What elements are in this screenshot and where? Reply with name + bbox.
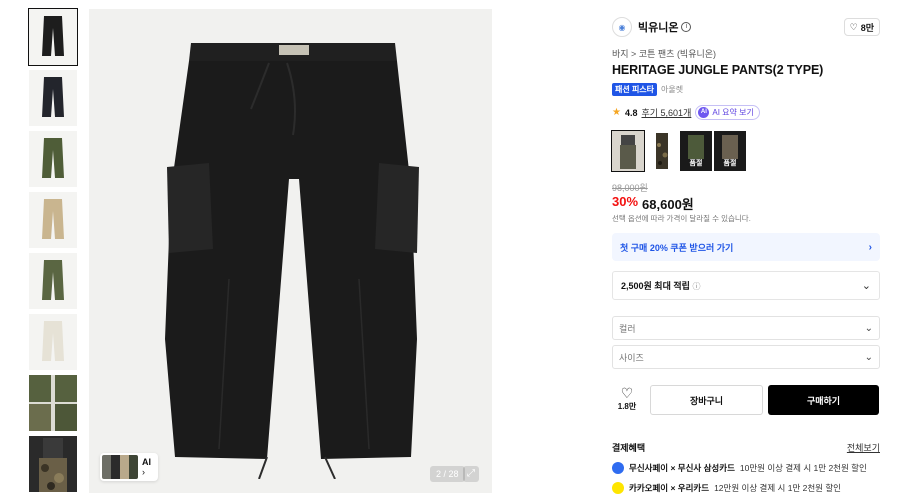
kakao-pay-icon [612,482,624,494]
discount-rate: 30% [612,194,639,209]
thumb-black[interactable] [28,8,78,66]
outlet-badge: 아울렛 [661,85,684,94]
color-select[interactable]: 컬러 ⌄ [612,316,880,340]
ai-chip-label: AI › [142,457,151,477]
wishlist-button[interactable]: ♡ 1.8만 [612,385,642,412]
soldout-tag: 품절 [689,160,703,167]
breadcrumb[interactable]: 바지 > 코튼 팬츠 (빅유니온) [612,47,716,60]
model-thumb-image [29,375,77,431]
coupon-banner[interactable]: 첫 구매 20% 쿠폰 받으러 가기 › [612,233,880,261]
thumb-ivory[interactable] [29,314,77,370]
model-thumb-image [39,438,67,492]
reviews-link[interactable]: 후기 5,601개 [641,106,691,119]
size-select-placeholder: 사이즈 [619,352,644,363]
product-info-panel: ◉ 빅유니온 i ♡ 8만 바지 > 코튼 팬츠 (빅유니온) HERITAGE… [602,9,890,502]
sale-price: 68,600원 [642,197,694,212]
rating-row: ★ 4.8 후기 5,601개 AI AI 요약 보기 [612,105,760,120]
benefits-more-link[interactable]: 전체보기 [847,441,880,454]
benefit-item[interactable]: 무신사페이 × 무신사 삼성카드 10만원 이상 결제 시 1만 2천원 할인 [612,462,867,474]
product-title: HERITAGE JUNGLE PANTS(2 TYPE) [612,63,824,77]
points-dropdown[interactable]: 2,500원 최대 적립 ⓘ ⌄ [612,271,880,300]
thumb-olive[interactable] [29,131,77,187]
ai-chip-thumbnails [102,455,138,479]
badge-row: 패션 피스타 아울렛 [612,83,683,96]
chevron-right-icon: › [868,241,872,253]
payment-benefits-header: 결제혜택 전체보기 [612,441,880,454]
add-to-cart-button[interactable]: 장바구니 [650,385,763,415]
swatch-image [656,133,668,169]
pants-thumb-icon [42,16,64,56]
benefit-card-name: 카카오페이 × 우리카드 [629,483,710,493]
chevron-down-icon: ⌄ [864,351,873,363]
benefit-text: 12만원 이상 결제 시 1만 2천원 할인 [714,483,841,493]
thumb-model-olive[interactable] [29,375,77,431]
info-icon[interactable]: i [681,22,692,32]
points-label: 2,500원 최대 적립 [621,281,690,291]
brand-name[interactable]: 빅유니온 [638,19,678,35]
points-label-wrap: 2,500원 최대 적립 ⓘ [621,279,700,292]
thumb-model-camo[interactable] [29,436,77,492]
swatch-3[interactable]: 품절 [680,131,712,171]
soldout-tag: 품절 [723,160,737,167]
chevron-down-icon: ⌄ [861,280,871,292]
heart-icon: ♡ [849,21,858,32]
coupon-label: 첫 구매 20% 쿠폰 받으러 가기 [620,242,734,253]
pants-thumb-icon [42,77,64,117]
buy-now-button[interactable]: 구매하기 [768,385,879,415]
thumbnail-list [28,8,79,497]
expand-icon[interactable]: ⤢ [463,466,479,482]
brand-row[interactable]: ◉ 빅유니온 i [612,17,692,37]
thumb-khaki[interactable] [29,253,77,309]
size-select[interactable]: 사이즈 ⌄ [612,345,880,369]
color-select-placeholder: 컬러 [619,323,636,334]
thumb-navy[interactable] [29,70,77,126]
swatch-image [620,135,636,169]
benefit-text: 10만원 이상 결제 시 1만 2천원 할인 [739,463,867,473]
ai-summary-button[interactable]: AI AI 요약 보기 [695,105,760,120]
image-counter: 2 / 28 [430,466,465,482]
chevron-down-icon: ⌄ [864,322,873,334]
wishlist-count: 1.8만 [617,402,637,411]
swatch-1[interactable] [611,130,645,172]
ai-style-chip[interactable]: AI › [100,453,158,481]
benefit-item[interactable]: 카카오페이 × 우리카드 12만원 이상 결제 시 1만 2천원 할인 [612,482,841,494]
benefit-card-name: 무신사페이 × 무신사 삼성카드 [629,463,735,473]
black-pants-image [165,43,419,479]
swatch-4[interactable]: 품절 [714,131,746,171]
thumb-beige[interactable] [29,192,77,248]
brand-logo: ◉ [612,17,632,37]
pants-thumb-icon [42,321,64,361]
musinsa-pay-icon [612,462,624,474]
heart-icon: ♡ [620,385,634,401]
price-row: 30% 68,600원 [612,194,694,213]
rating-value: 4.8 [624,107,638,118]
pants-thumb-icon [42,199,64,239]
fashion-badge: 패션 피스타 [612,83,658,96]
star-icon: ★ [612,107,621,118]
info-icon: ⓘ [692,282,701,291]
price-note: 선택 옵션에 따라 가격이 달라질 수 있습니다. [612,214,751,223]
brand-like-count: 8만 [860,22,874,33]
main-product-image[interactable]: AI › 2 / 28 ⤢ [89,9,492,493]
pants-thumb-icon [42,260,64,300]
pants-thumb-icon [42,138,64,178]
brand-like-button[interactable]: ♡ 8만 [843,18,880,36]
ai-icon: AI [698,107,710,118]
ai-summary-label: AI 요약 보기 [712,108,754,117]
product-page: AI › 2 / 28 ⤢ ◉ 빅유니온 i ♡ 8만 바지 > 코튼 팬츠 (… [0,0,904,502]
benefits-title: 결제혜택 [612,443,646,453]
original-price: 98,000원 [612,183,648,193]
variant-swatches: 품절 품절 [611,130,746,172]
swatch-2[interactable] [646,131,678,171]
